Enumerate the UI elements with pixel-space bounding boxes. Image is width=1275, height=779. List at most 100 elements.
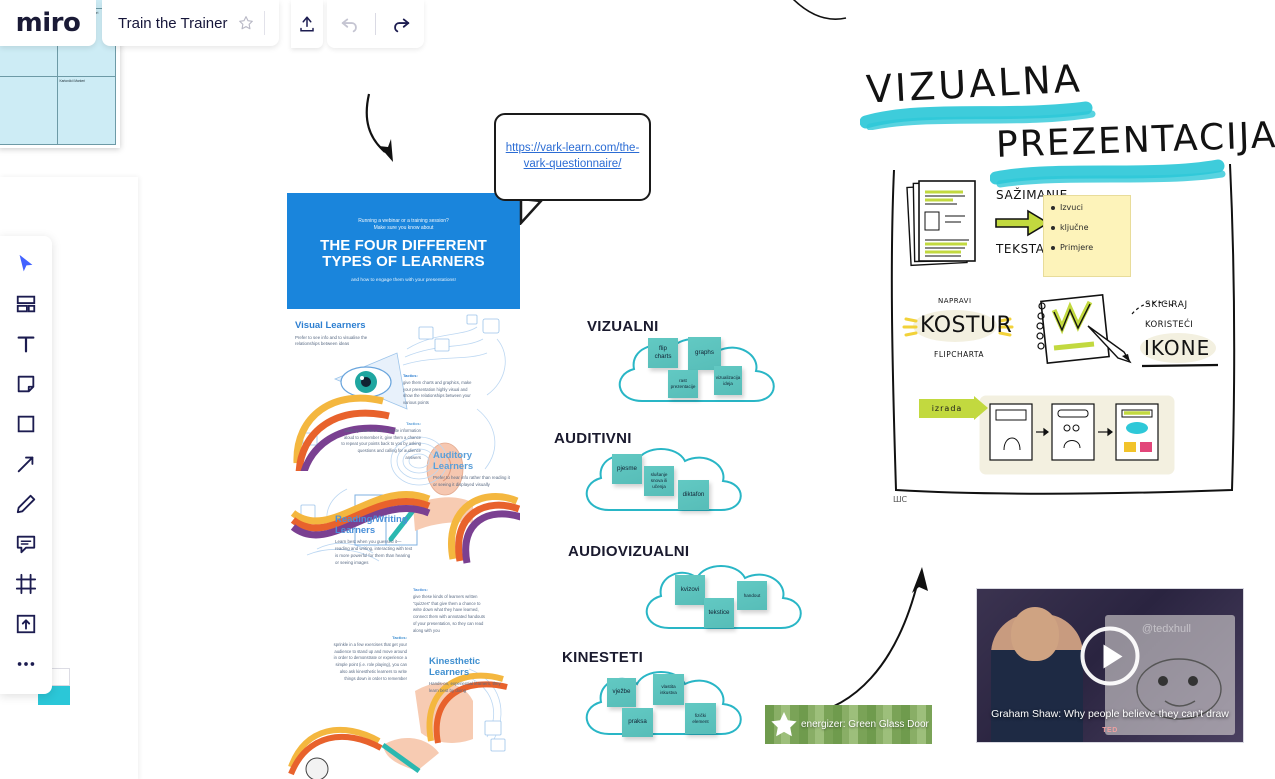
tactic-label-reading: Tactics: — [413, 587, 428, 592]
infographic-title-line-2: TYPES OF LEARNERS — [322, 253, 485, 271]
miro-canvas[interactable]: Pažnja, sluh, razumijevanje i vještine p… — [0, 0, 1275, 779]
text-icon — [17, 336, 35, 353]
header-divider — [263, 11, 265, 35]
video-title: Graham Shaw: Why people believe they can… — [991, 708, 1229, 720]
templates-icon — [16, 295, 36, 313]
sketch-signature: ШС — [893, 495, 908, 504]
sketch-label-ikone: IKONE — [1144, 336, 1211, 360]
redo-icon[interactable] — [390, 13, 412, 35]
learner-desc-visual: Prefer to see info and to visualise the … — [295, 334, 368, 347]
sidebar-item-select[interactable] — [6, 244, 46, 284]
star-icon[interactable] — [238, 15, 254, 31]
sidebar-item-text[interactable] — [6, 324, 46, 364]
sketch-yellow-note[interactable]: Izvuci ključne Primjere — [1043, 195, 1131, 277]
cloud-title-auditivni: AUDITIVNI — [554, 430, 632, 447]
sticky-note[interactable]: handout — [737, 581, 767, 610]
sidebar-item-connector[interactable] — [6, 444, 46, 484]
note-bullet-row: Izvuci — [1051, 203, 1124, 212]
bullet-dot — [1051, 225, 1055, 230]
ikone-underline — [1141, 363, 1219, 368]
note-bullet-text: Izvuci — [1060, 203, 1083, 212]
document-stack-illustration — [906, 180, 976, 267]
energizer-label: energizer: Green Glass Door — [801, 719, 929, 730]
upload-icon — [300, 16, 314, 32]
sketch-label-flipcharta: FLIPCHARTA — [934, 350, 985, 359]
sidebar-item-pen[interactable] — [6, 484, 46, 524]
upload-button[interactable] — [291, 0, 323, 48]
sidebar-item-shape[interactable] — [6, 404, 46, 444]
sticky-note[interactable]: diktafon — [678, 480, 709, 510]
square-icon — [17, 415, 35, 433]
learner-desc-auditory: Prefer to hear info rather than reading … — [433, 475, 510, 488]
ascending-arrow-shape — [805, 567, 928, 716]
infographic-header[interactable]: Running a webinar or a training session?… — [287, 193, 520, 309]
sketch-label-napravi: NAPRAVI — [938, 297, 972, 305]
sidebar-item-frame[interactable] — [6, 564, 46, 604]
pen-icon — [16, 494, 36, 514]
cloud-title-audiovizualni: AUDIOVIZUALNI — [568, 543, 690, 560]
sticky-note[interactable]: vizualizacija ideja — [714, 366, 742, 395]
note-bullet-text: ključne — [1060, 223, 1089, 232]
star-icon — [771, 711, 797, 736]
sketch-fragment-top — [792, 0, 847, 20]
sticky-note[interactable]: kvizovi — [675, 575, 705, 605]
curved-arrow-shape — [365, 93, 393, 162]
sticky-note[interactable]: vježbe — [607, 678, 636, 707]
infographic-body[interactable]: Visual Learners Prefer to see info and t… — [287, 309, 520, 779]
sidebar-item-more[interactable] — [6, 644, 46, 684]
undo-icon[interactable] — [339, 13, 361, 35]
cloud-title-vizualni: VIZUALNI — [587, 318, 659, 335]
sticky-note[interactable]: praksa — [622, 708, 653, 737]
miro-logo: miro — [15, 8, 81, 38]
sticky-note[interactable]: fizički element — [685, 703, 716, 734]
miro-logo-button[interactable]: miro — [0, 0, 96, 46]
floating-history-toolbar — [291, 0, 424, 48]
tactic-text-reading: give these kinds of learners written "qu… — [413, 594, 485, 633]
bullet-dot — [1051, 245, 1055, 250]
bullet-dot — [1051, 205, 1055, 210]
video-embed-card[interactable]: @tedxhull Graham Shaw: Why people believ… — [976, 588, 1244, 743]
learner-desc-reading: Learn best when you guessed it—reading a… — [335, 539, 413, 565]
tactic-text-visual: give them charts and graphics, make your… — [403, 380, 472, 406]
rainbow-swoosh-3 — [448, 493, 520, 564]
sidebar-item-sticky-note[interactable] — [6, 364, 46, 404]
note-bullet-row: Primjere — [1051, 243, 1124, 252]
upload-box-icon — [16, 614, 36, 634]
tactic-text-auditory: auditory learners like to recite informa… — [341, 428, 421, 460]
sticky-note[interactable]: flip charts — [648, 338, 678, 368]
url-speech-bubble[interactable]: https://vark-learn.com/the-vark-question… — [494, 113, 651, 201]
board-title[interactable]: Train the Trainer — [118, 15, 228, 32]
table-cell — [0, 77, 58, 144]
sticky-note[interactable]: pjesme — [612, 454, 642, 484]
learner-title-auditory: Auditory Learners — [433, 450, 474, 472]
comment-icon — [16, 535, 36, 554]
energizer-card[interactable]: energizer: Green Glass Door — [765, 705, 932, 744]
play-icon[interactable] — [1080, 626, 1140, 686]
sidebar-item-comment[interactable] — [6, 524, 46, 564]
cursor-icon — [19, 254, 33, 272]
more-dots-icon — [17, 662, 35, 666]
sidebar-item-templates[interactable] — [6, 284, 46, 324]
learner-title-visual: Visual Learners — [295, 320, 366, 331]
sticky-note[interactable]: tekstice — [704, 598, 734, 628]
note-bullet-text: Primjere — [1060, 243, 1094, 252]
vark-link[interactable]: https://vark-learn.com/the-vark-question… — [496, 141, 649, 173]
sticky-note[interactable]: slušanje snova ili učenja — [644, 466, 674, 496]
undo-redo-group — [327, 0, 424, 48]
sticky-note[interactable]: rast prezentacije — [668, 370, 698, 398]
sidebar-item-upload[interactable] — [6, 604, 46, 644]
frame-icon — [15, 573, 37, 595]
sketch-label-kostur: KOSTUR — [920, 313, 1013, 338]
twitter-handle: @tedxhull — [1141, 623, 1191, 635]
board-title-group[interactable]: Train the Trainer — [102, 0, 279, 46]
arrow-icon — [17, 456, 34, 473]
sticky-note[interactable]: vlastita iskustva — [653, 674, 684, 705]
infographic-post-line: and how to engage them with your present… — [351, 278, 456, 284]
rainbow-swoosh-5 — [288, 726, 383, 779]
infographic-pre-line-2: Make sure you know about — [373, 225, 434, 232]
table-row: Kartončići Markeri — [0, 77, 115, 144]
infographic-title-line-1: THE FOUR DIFFERENT — [320, 236, 487, 254]
notebook-pencil-illustration — [1036, 294, 1132, 364]
note-bullet-row: ključne — [1051, 223, 1124, 232]
board-header: miro Train the Trainer — [0, 0, 279, 46]
